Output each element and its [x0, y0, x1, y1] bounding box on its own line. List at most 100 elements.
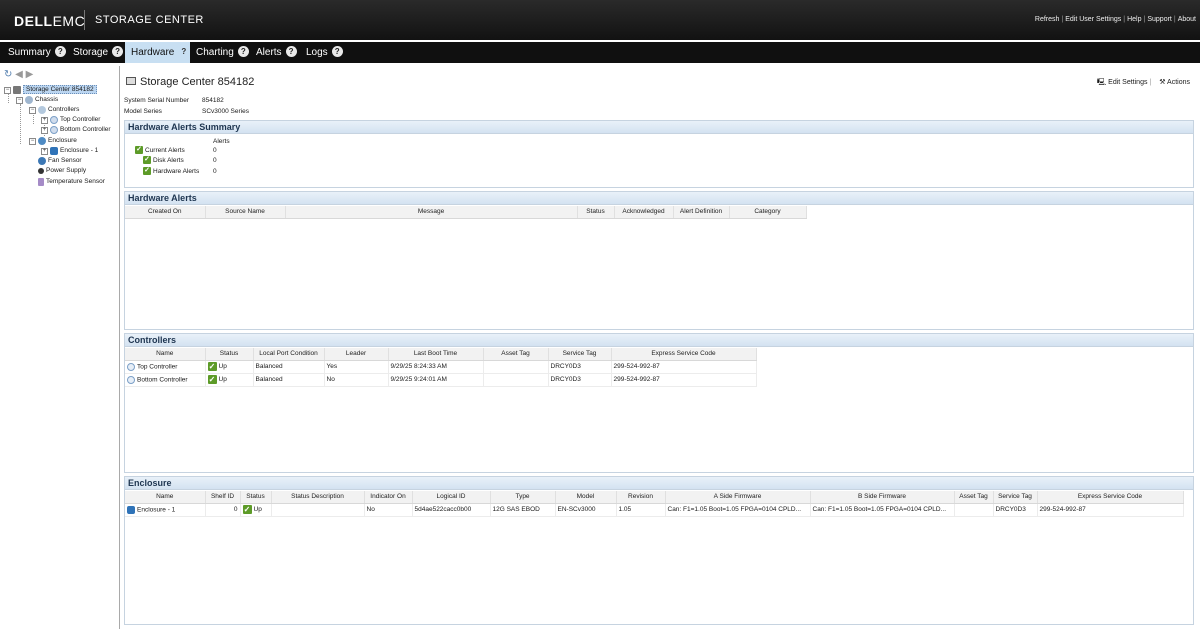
tree-node-controllers[interactable]: − Controllers: [29, 105, 79, 115]
tab-alerts[interactable]: Alerts?: [250, 42, 300, 63]
tab-logs[interactable]: Logs?: [300, 42, 348, 63]
column-header[interactable]: Name: [125, 491, 206, 504]
controllers-table: Name Status Local Port Condition Leader …: [125, 348, 757, 387]
column-header[interactable]: Model: [555, 491, 617, 504]
a-side-firmware-cell: Can: F1=1.05 Boot=1.05 FPGA=0104 CPLD...: [665, 503, 811, 517]
column-header[interactable]: Leader: [324, 348, 389, 361]
column-header[interactable]: Status: [240, 491, 272, 504]
column-header[interactable]: Asset Tag: [483, 348, 549, 361]
port-condition-cell: Balanced: [253, 360, 325, 374]
column-header[interactable]: Local Port Condition: [253, 348, 325, 361]
alert-label: Hardware Alerts: [153, 168, 200, 175]
help-icon[interactable]: ?: [112, 46, 124, 57]
refresh-link[interactable]: Refresh: [1035, 16, 1060, 23]
column-header[interactable]: Status Description: [271, 491, 365, 504]
collapse-icon[interactable]: −: [29, 137, 36, 145]
table-row[interactable]: Top Controller ✓ Up Balanced Yes 9/29/25 …: [125, 360, 757, 374]
column-header[interactable]: B Side Firmware: [810, 491, 955, 504]
logo-separator: [84, 10, 85, 30]
content-actions: 🖳︎ Edit Settings | ⚒ Actions: [1096, 79, 1190, 86]
indicator-cell: No: [364, 503, 413, 517]
tree-label: Top Controller: [60, 116, 101, 123]
tree-node-storage-center[interactable]: − Storage Center 854182: [4, 85, 97, 95]
expand-icon[interactable]: +: [41, 126, 48, 134]
tree-label: Power Supply: [46, 167, 87, 174]
tree-node-temperature-sensor[interactable]: Temperature Sensor: [38, 177, 105, 187]
column-header[interactable]: Acknowledged: [614, 206, 674, 219]
column-header[interactable]: Message: [285, 206, 578, 219]
tree-node-fan-sensor[interactable]: Fan Sensor: [38, 156, 82, 166]
controller-icon: [127, 362, 135, 371]
tab-charting[interactable]: Charting?: [190, 42, 250, 63]
expand-icon[interactable]: +: [41, 116, 48, 124]
disk-alerts-row: ✓ Disk Alerts: [143, 156, 184, 166]
column-header[interactable]: Alert Definition: [673, 206, 730, 219]
column-header[interactable]: Express Service Code: [1037, 491, 1184, 504]
column-header[interactable]: Source Name: [205, 206, 286, 219]
table-row[interactable]: Enclosure - 1 0 ✓ Up No 5d4ae522cacc0b00 …: [125, 503, 1184, 517]
table-header-row: Name Shelf ID Status Status Description …: [125, 491, 1184, 504]
actions-label: Actions: [1167, 79, 1190, 86]
fan-icon: [38, 157, 46, 165]
tab-storage[interactable]: Storage?: [67, 42, 125, 63]
back-arrow-icon[interactable]: ◀: [15, 69, 23, 80]
help-icon[interactable]: ?: [237, 46, 249, 57]
controller-name: Top Controller: [137, 363, 178, 371]
tab-hardware-label: Hardware: [131, 47, 175, 58]
status-text: Up: [218, 376, 227, 384]
help-link[interactable]: Help: [1127, 16, 1141, 23]
shelf-id-cell: 0: [205, 503, 241, 517]
column-header[interactable]: Service Tag: [548, 348, 612, 361]
column-header[interactable]: Shelf ID: [205, 491, 241, 504]
about-link[interactable]: About: [1178, 16, 1196, 23]
tree-node-chassis[interactable]: − Chassis: [16, 95, 58, 105]
tab-summary[interactable]: Summary?: [2, 42, 66, 63]
forward-arrow-icon[interactable]: ▶: [26, 69, 34, 80]
column-header[interactable]: Asset Tag: [954, 491, 994, 504]
column-header[interactable]: Logical ID: [412, 491, 491, 504]
column-header[interactable]: Created On: [125, 206, 206, 219]
tree-node-power-supply[interactable]: Power Supply: [38, 166, 86, 176]
tree-node-top-controller[interactable]: + Top Controller: [41, 115, 100, 125]
column-header[interactable]: Category: [729, 206, 807, 219]
model-cell: EN-SCv3000: [555, 503, 617, 517]
tree-label: Controllers: [48, 106, 80, 113]
table-row[interactable]: Bottom Controller ✓ Up Balanced No 9/29/2…: [125, 373, 757, 387]
hardware-alerts-row: ✓ Hardware Alerts: [143, 167, 199, 177]
column-header[interactable]: Last Boot Time: [388, 348, 484, 361]
edit-settings-button[interactable]: 🖳︎ Edit Settings: [1097, 79, 1148, 86]
column-header[interactable]: A Side Firmware: [665, 491, 811, 504]
tree-label: Enclosure - 1: [60, 147, 99, 154]
column-header[interactable]: Express Service Code: [611, 348, 757, 361]
tree-label: Temperature Sensor: [46, 178, 105, 185]
status-cell: ✓ Up: [205, 360, 254, 374]
column-header[interactable]: Revision: [616, 491, 666, 504]
hardware-tree-pane: ↻ ◀ ▶ − Storage Center 854182 − Chassis − C…: [0, 66, 120, 629]
tree-node-enclosure-1[interactable]: + Enclosure - 1: [41, 146, 98, 156]
tree-node-bottom-controller[interactable]: + Bottom Controller: [41, 125, 111, 135]
tree-label: Bottom Controller: [60, 126, 111, 133]
collapse-icon[interactable]: −: [4, 86, 11, 94]
support-link[interactable]: Support: [1147, 16, 1172, 23]
column-header[interactable]: Service Tag: [993, 491, 1038, 504]
edit-user-settings-link[interactable]: Edit User Settings: [1065, 16, 1121, 23]
expand-icon[interactable]: +: [41, 147, 48, 155]
enclosure-icon: [50, 147, 58, 155]
tree-node-enclosure[interactable]: − Enclosure: [29, 136, 77, 146]
column-header[interactable]: Name: [125, 348, 206, 361]
column-header[interactable]: Indicator On: [364, 491, 413, 504]
help-icon[interactable]: ?: [54, 46, 66, 57]
help-icon[interactable]: ?: [178, 46, 189, 57]
asset-tag-cell: [483, 360, 549, 374]
help-icon[interactable]: ?: [285, 46, 297, 57]
column-header[interactable]: Status: [577, 206, 615, 219]
collapse-icon[interactable]: −: [16, 96, 23, 104]
column-header[interactable]: Status: [205, 348, 254, 361]
column-header[interactable]: Type: [490, 491, 556, 504]
express-code-cell: 299-524-992-87: [1037, 503, 1184, 517]
tab-hardware[interactable]: Hardware?: [125, 42, 190, 63]
help-icon[interactable]: ?: [331, 46, 343, 57]
collapse-icon[interactable]: −: [29, 106, 36, 114]
refresh-icon[interactable]: ↻: [4, 69, 12, 80]
actions-button[interactable]: ⚒ Actions: [1159, 79, 1190, 86]
